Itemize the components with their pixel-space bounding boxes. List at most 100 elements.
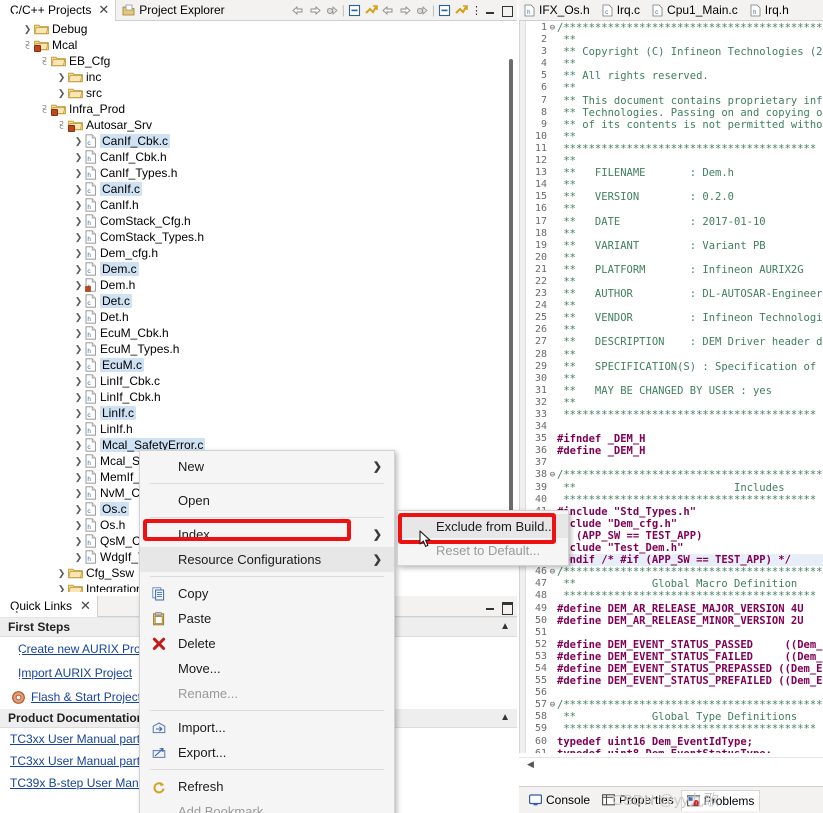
collapse-section-icon[interactable]: ▲ xyxy=(500,712,510,723)
tree-item[interactable]: ❯cEcuM.c xyxy=(0,357,517,373)
chevron-right-icon[interactable]: ❯ xyxy=(55,565,68,581)
context-menu-item[interactable]: Delete xyxy=(140,631,394,656)
view-menu-icon[interactable]: ⋮ xyxy=(471,4,481,17)
tree-item[interactable]: ❯cLinIf.c xyxy=(0,405,517,421)
collapse-link-icon[interactable] xyxy=(325,4,339,17)
tab-properties[interactable]: Properties xyxy=(597,790,679,810)
quick-link-label[interactable]: Import AURIX Project xyxy=(18,666,132,680)
tree-item[interactable]: ❯cDem.c xyxy=(0,261,517,277)
chevron-down-icon[interactable]: ⫔ xyxy=(21,37,34,53)
context-menu-item[interactable]: Export... xyxy=(140,740,394,765)
tree-item[interactable]: ❯Debug xyxy=(0,21,517,37)
context-menu-item[interactable]: Paste xyxy=(140,606,394,631)
tree-item[interactable]: ❯cLinIf_Cbk.c xyxy=(0,373,517,389)
tree-item[interactable]: ❯hDem_cfg.h xyxy=(0,245,517,261)
chevron-right-icon[interactable]: ❯ xyxy=(72,437,85,453)
tab-project-explorer[interactable]: Project Explorer xyxy=(116,0,230,21)
close-icon[interactable]: ✕ xyxy=(80,598,91,614)
close-icon[interactable]: ✕ xyxy=(98,2,109,18)
quick-link-label[interactable]: TC39x B-step User Manual xyxy=(10,776,155,790)
forward-arrow-icon-2[interactable] xyxy=(398,4,412,17)
chevron-right-icon[interactable]: ❯ xyxy=(72,389,85,405)
chevron-right-icon[interactable]: ❯ xyxy=(72,533,85,549)
tree-item[interactable]: ❯hEcuM_Cbk.h xyxy=(0,325,517,341)
context-menu[interactable]: New❯ Open Index❯Resource Configurations❯ Co… xyxy=(139,450,395,813)
fold-collapse-icon[interactable]: ⊖ xyxy=(548,22,557,34)
tree-item[interactable]: ❯hCanIf.h xyxy=(0,197,517,213)
editor-tab-irq-h[interactable]: h Irq.h xyxy=(745,0,796,21)
tree-item[interactable]: ⫔Mcal xyxy=(0,37,517,53)
chevron-right-icon[interactable]: ❯ xyxy=(72,261,85,277)
chevron-right-icon[interactable]: ❯ xyxy=(72,213,85,229)
chevron-right-icon[interactable]: ❯ xyxy=(72,549,85,565)
tree-item[interactable]: ❯cCanIf_Cbk.c xyxy=(0,133,517,149)
context-menu-item[interactable]: Refresh xyxy=(140,774,394,799)
chevron-right-icon[interactable]: ❯ xyxy=(72,181,85,197)
chevron-right-icon[interactable]: ❯ xyxy=(72,229,85,245)
context-menu-item[interactable]: Copy xyxy=(140,581,394,606)
chevron-right-icon[interactable]: ❯ xyxy=(55,85,68,101)
chevron-right-icon[interactable]: ❯ xyxy=(72,517,85,533)
context-menu-item[interactable]: Index❯ xyxy=(140,522,394,547)
quick-link-label[interactable]: TC3xx User Manual part2 xyxy=(10,754,147,768)
chevron-right-icon[interactable]: ❯ xyxy=(72,309,85,325)
tab-cpp-projects[interactable]: C/C++ Projects ✕ xyxy=(0,0,116,21)
link-editor-icon[interactable] xyxy=(364,4,378,17)
explorer-scroll-thumb[interactable] xyxy=(509,59,513,529)
editor-tab-irq-c[interactable]: c Irq.c xyxy=(597,0,647,21)
tree-item[interactable]: ❯inc xyxy=(0,69,517,85)
chevron-right-icon[interactable]: ❯ xyxy=(72,405,85,421)
chevron-down-icon[interactable]: ⫔ xyxy=(38,53,51,69)
explorer-vertical-scrollbar[interactable] xyxy=(507,47,515,584)
context-menu-item[interactable]: Resource Configurations❯ xyxy=(140,547,394,572)
tree-item[interactable]: ❯cDet.c xyxy=(0,293,517,309)
editor-horizontal-scrollbar[interactable]: ◀ xyxy=(519,757,823,770)
chevron-right-icon[interactable]: ❯ xyxy=(72,325,85,341)
minimize-icon[interactable] xyxy=(484,4,497,17)
home-icon[interactable] xyxy=(415,4,429,17)
tab-console[interactable]: Console xyxy=(524,790,595,810)
chevron-right-icon[interactable]: ❯ xyxy=(72,453,85,469)
chevron-right-icon[interactable]: ❯ xyxy=(72,293,85,309)
tree-item[interactable]: ❯hLinIf_Cbk.h xyxy=(0,389,517,405)
forward-arrow-icon[interactable] xyxy=(308,4,322,17)
chevron-right-icon[interactable]: ❯ xyxy=(55,581,68,592)
chevron-right-icon[interactable]: ❯ xyxy=(72,245,85,261)
maximize-icon[interactable] xyxy=(500,4,513,17)
minimize-icon[interactable] xyxy=(484,600,497,613)
collapse-section-icon[interactable]: ▲ xyxy=(500,621,510,632)
chevron-right-icon[interactable]: ❯ xyxy=(72,485,85,501)
fold-collapse-icon[interactable]: ⊖ xyxy=(548,699,557,711)
tree-item[interactable]: ❯hDet.h xyxy=(0,309,517,325)
tree-item[interactable]: ❯hCanIf_Types.h xyxy=(0,165,517,181)
chevron-right-icon[interactable]: ❯ xyxy=(72,373,85,389)
chevron-right-icon[interactable]: ❯ xyxy=(72,501,85,517)
fold-collapse-icon[interactable]: ⊖ xyxy=(548,469,557,481)
back-arrow-icon[interactable] xyxy=(291,4,305,17)
chevron-right-icon[interactable]: ❯ xyxy=(72,421,85,437)
editor-tab-ifx-os-h[interactable]: h IFX_Os.h xyxy=(519,0,597,21)
context-menu-item[interactable]: Move... xyxy=(140,656,394,681)
chevron-down-icon[interactable]: ⫔ xyxy=(38,101,51,117)
code-lines[interactable]: 1⊖/*************************************… xyxy=(527,22,823,753)
chevron-right-icon[interactable]: ❯ xyxy=(72,357,85,373)
fold-collapse-icon[interactable]: ⊖ xyxy=(548,566,557,578)
code-area[interactable]: 1⊖/*************************************… xyxy=(519,21,823,753)
tree-item[interactable]: ❯hComStack_Types.h xyxy=(0,229,517,245)
tree-item[interactable]: ❯hLinIf.h xyxy=(0,421,517,437)
tree-item[interactable]: ❯hCanIf_Cbk.h xyxy=(0,149,517,165)
context-menu-item[interactable]: Open xyxy=(140,488,394,513)
collapse-all-icon[interactable] xyxy=(348,4,361,17)
tab-quick-links[interactable]: Quick Links ✕ xyxy=(0,596,98,617)
tree-item[interactable]: ⫔Autosar_Srv xyxy=(0,117,517,133)
tree-item[interactable]: ⫔EB_Cfg xyxy=(0,53,517,69)
context-menu-item[interactable]: New❯ xyxy=(140,454,394,479)
tree-item[interactable]: ❯hDem.h xyxy=(0,277,517,293)
collapse-all-icon-2[interactable] xyxy=(438,4,451,17)
chevron-right-icon[interactable]: ❯ xyxy=(72,341,85,357)
chevron-right-icon[interactable]: ❯ xyxy=(21,21,34,37)
chevron-down-icon[interactable]: ⫔ xyxy=(55,117,68,133)
context-menu-item[interactable]: Import... xyxy=(140,715,394,740)
tab-problems[interactable]: ! Problems xyxy=(681,790,761,811)
chevron-right-icon[interactable]: ❯ xyxy=(72,133,85,149)
